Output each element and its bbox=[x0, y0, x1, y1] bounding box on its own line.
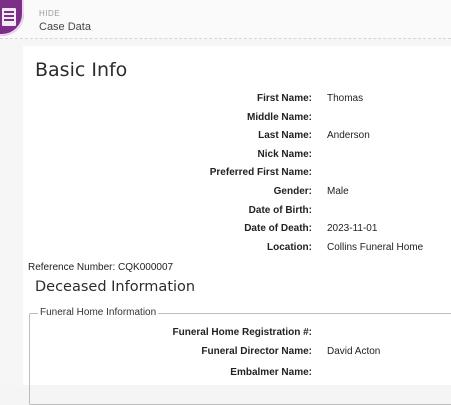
field-row-preferred-first-name: Preferred First Name: bbox=[180, 167, 450, 183]
case-header: HIDE Case Data bbox=[0, 0, 451, 39]
field-label: First Name: bbox=[256, 93, 312, 104]
field-row-date-of-birth: Date of Birth: bbox=[180, 205, 450, 221]
field-label: Funeral Director Name: bbox=[201, 346, 312, 357]
field-value: Thomas bbox=[327, 93, 364, 104]
funeral-home-legend: Funeral Home Information bbox=[38, 307, 159, 318]
field-label: Embalmer Name: bbox=[230, 367, 312, 378]
field-label: Middle Name: bbox=[246, 112, 312, 123]
field-value: David Acton bbox=[327, 346, 381, 357]
field-label: Funeral Home Registration #: bbox=[172, 327, 312, 338]
field-label: Date of Birth: bbox=[248, 205, 312, 216]
field-row-embalmer-name: Embalmer Name: bbox=[150, 367, 450, 383]
field-label: Date of Death: bbox=[244, 223, 312, 234]
case-page: HIDE Case Data Basic Info First Name: Th… bbox=[0, 0, 451, 405]
field-row-middle-name: Middle Name: bbox=[180, 112, 450, 128]
field-row-last-name: Last Name: Anderson bbox=[180, 130, 450, 146]
hide-toggle-link[interactable]: HIDE bbox=[39, 9, 60, 18]
field-row-gender: Gender: Male bbox=[180, 186, 450, 202]
deceased-info-title: Deceased Information bbox=[35, 279, 196, 295]
basic-info-title: Basic Info bbox=[35, 59, 128, 81]
field-label: Nick Name: bbox=[257, 149, 312, 160]
case-document-icon[interactable] bbox=[0, 0, 24, 36]
field-row-nick-name: Nick Name: bbox=[180, 149, 450, 165]
field-value: 2023-11-01 bbox=[327, 223, 378, 234]
field-label: Preferred First Name: bbox=[209, 167, 312, 178]
case-data-label: Case Data bbox=[39, 21, 91, 33]
field-row-location: Location: Collins Funeral Home bbox=[180, 242, 450, 258]
field-label: Gender: bbox=[273, 186, 312, 197]
field-row-date-of-death: Date of Death: 2023-11-01 bbox=[180, 223, 450, 239]
field-value: Collins Funeral Home bbox=[327, 242, 424, 253]
field-label: Location: bbox=[267, 242, 312, 253]
field-value: Anderson bbox=[327, 130, 370, 141]
field-row-funeral-director-name: Funeral Director Name: David Acton bbox=[150, 346, 450, 362]
field-row-funeral-home-registration: Funeral Home Registration #: bbox=[150, 327, 450, 343]
field-value: Male bbox=[327, 186, 349, 197]
field-label: Last Name: bbox=[258, 130, 312, 141]
document-lines-icon bbox=[2, 8, 16, 26]
reference-number: Reference Number: CQK000007 bbox=[28, 262, 174, 273]
field-row-first-name: First Name: Thomas bbox=[180, 93, 450, 109]
